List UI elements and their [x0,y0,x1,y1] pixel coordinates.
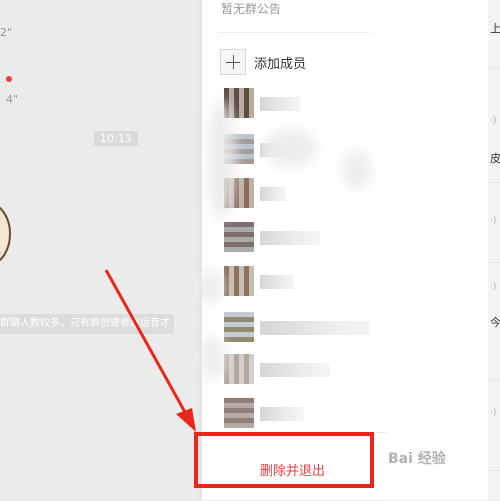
list-item-mark: ·) [490,116,497,126]
list-divider [488,182,500,183]
voice-duration-2: 4" [6,93,19,106]
privacy-blur [200,336,226,380]
unread-dot [6,76,12,82]
member-row[interactable] [210,88,378,122]
member-name [260,407,304,421]
sticker-image[interactable] [0,196,16,272]
member-name [260,363,330,377]
baidu-watermark: Bai 经验 [388,451,446,467]
group-info-panel: 暂无群公告 添加成员 删除并退出 [196,0,386,500]
list-divider [488,262,500,263]
member-name [260,97,300,111]
member-name [260,187,286,201]
add-member-label: 添加成员 [254,56,307,72]
list-item-mark: ·) [490,282,497,292]
list-item-snippet-3[interactable]: 今 [490,314,500,330]
panel-divider [218,32,370,33]
member-row[interactable] [210,312,378,346]
member-row[interactable] [210,354,378,388]
list-divider [488,68,500,69]
chat-area: 2" 4" 10:13 群聊人数较多，只有群创建者赵运音才 [0,0,200,500]
privacy-blur [196,270,224,304]
privacy-blur [264,128,318,168]
conversation-list-edge: 上 ·) 皮 ·) ·) 今 ·) [378,0,500,500]
add-member-button[interactable]: 添加成员 [220,48,306,76]
list-divider [488,470,500,471]
list-item-mark: ·) [490,216,497,226]
member-row[interactable] [210,266,378,300]
chat-timestamp: 10:13 [94,131,138,146]
member-name [260,321,370,335]
system-notice: 群聊人数较多，只有群创建者赵运音才 [0,314,174,334]
privacy-blur [206,100,236,220]
member-avatar [224,222,254,252]
member-avatar [224,398,254,428]
group-announcement[interactable]: 暂无群公告 [221,0,281,17]
list-item-mark: ·) [490,408,497,418]
member-avatar [224,312,254,342]
list-edge-bg [488,0,500,500]
list-item-snippet-1[interactable]: 上 [490,20,500,36]
plus-icon [220,49,246,75]
privacy-blur [342,150,372,190]
member-row[interactable] [210,222,378,256]
voice-duration-1: 2" [0,26,13,39]
member-name [260,231,320,245]
member-row[interactable] [210,398,378,432]
list-item-snippet-2[interactable]: 皮 [490,150,500,166]
highlight-box [194,432,374,488]
member-avatar [224,354,254,384]
member-avatar [224,266,254,296]
list-divider [488,380,500,381]
member-name [260,275,294,289]
